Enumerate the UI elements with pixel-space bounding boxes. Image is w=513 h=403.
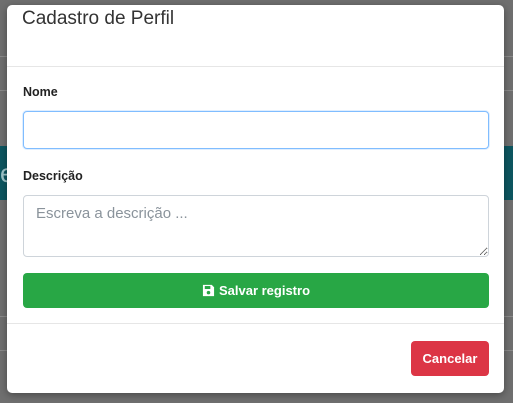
save-button[interactable]: Salvar registro xyxy=(23,273,489,308)
save-button-label: Salvar registro xyxy=(218,283,311,298)
name-label: Nome xyxy=(23,85,58,99)
modal-footer: Cancelar xyxy=(7,324,504,390)
description-label: Descrição xyxy=(23,169,83,183)
save-icon xyxy=(202,284,215,297)
modal-title: Cadastro de Perfil xyxy=(22,7,175,29)
modal-body: Nome Descrição Salvar registro xyxy=(7,67,504,324)
profile-modal: Cadastro de Perfil Nome Descrição Salvar… xyxy=(7,5,504,393)
cancel-button[interactable]: Cancelar xyxy=(411,341,489,376)
name-input[interactable] xyxy=(23,111,489,149)
description-textarea[interactable] xyxy=(23,195,489,257)
modal-header: Cadastro de Perfil xyxy=(7,5,504,67)
